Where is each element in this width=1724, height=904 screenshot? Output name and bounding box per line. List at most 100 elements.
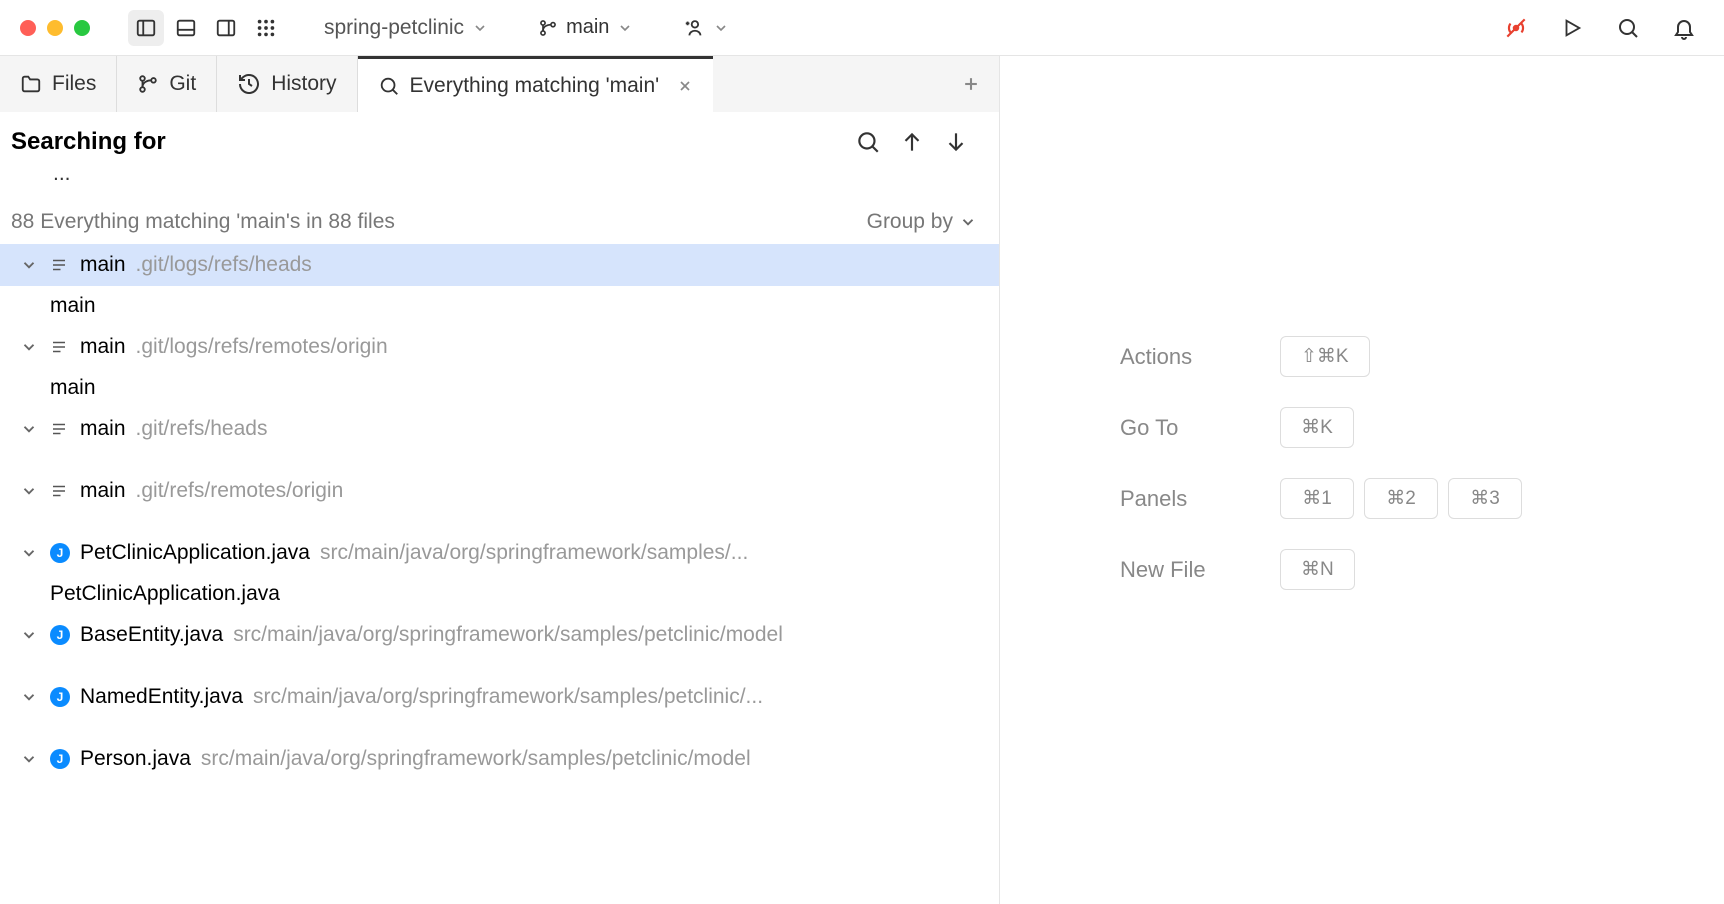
shortcut-label: Actions (1120, 344, 1210, 370)
apps-grid-button[interactable] (248, 10, 284, 46)
java-file-icon: J (50, 625, 70, 645)
kbd-shortcut[interactable]: ⌘N (1280, 549, 1355, 590)
result-row[interactable]: J BaseEntity.java src/main/java/org/sprin… (0, 614, 999, 656)
maximize-window[interactable] (74, 20, 90, 36)
result-row[interactable]: JNamedEntity.java src/main/java/org/spri… (0, 676, 999, 718)
arrow-down-icon[interactable] (943, 129, 969, 155)
right-panel: Actions ⇧⌘K Go To ⌘K Panels ⌘1 ⌘2 ⌘3 New… (1000, 56, 1724, 904)
result-filename: main (80, 479, 126, 503)
java-file-icon: J (50, 543, 70, 563)
chevron-down-icon (959, 213, 977, 231)
group-by-selector[interactable]: Group by (867, 210, 977, 234)
summary-row: 88 Everything matching 'main's in 88 fil… (0, 200, 999, 244)
branch-selector[interactable]: main (528, 10, 643, 45)
kbd-shortcut[interactable]: ⇧⌘K (1280, 336, 1370, 377)
search-header: Searching for ... (0, 112, 999, 200)
tab-search-results[interactable]: Everything matching 'main' (358, 56, 714, 112)
result-filename: BaseEntity.java (80, 623, 223, 647)
kbd-shortcut[interactable]: ⌘2 (1364, 478, 1438, 519)
notifications-icon[interactable] (1664, 8, 1704, 48)
shortcut-label: New File (1120, 557, 1210, 583)
run-icon[interactable] (1552, 8, 1592, 48)
chevron-down-icon[interactable] (20, 256, 40, 274)
result-filename: PetClinicApplication.java (80, 541, 310, 565)
close-window[interactable] (20, 20, 36, 36)
chevron-down-icon (617, 20, 633, 36)
titlebar: spring-petclinic main (0, 0, 1724, 56)
chevron-down-icon[interactable] (20, 338, 40, 356)
shortcut-newfile: New File ⌘N (1120, 549, 1355, 590)
project-name: spring-petclinic (324, 16, 464, 40)
shortcut-actions: Actions ⇧⌘K (1120, 336, 1370, 377)
shortcut-goto: Go To ⌘K (1120, 407, 1354, 448)
history-icon (237, 72, 261, 96)
add-user-icon (683, 17, 705, 39)
tab-search-label: Everything matching 'main' (410, 74, 660, 98)
titlebar-right (1496, 8, 1704, 48)
tab-git[interactable]: Git (117, 56, 217, 112)
close-icon[interactable] (677, 78, 693, 94)
result-filepath: src/main/java/org/springframework/sample… (201, 747, 751, 771)
chevron-down-icon (472, 20, 488, 36)
result-filename: main (80, 253, 126, 277)
result-match-line[interactable]: main (0, 368, 999, 408)
result-row[interactable]: J PetClinicApplication.java src/main/java… (0, 532, 999, 574)
branch-icon (137, 73, 159, 95)
add-tab-button[interactable] (943, 56, 999, 112)
group-by-label: Group by (867, 210, 953, 234)
panel-bottom-button[interactable] (168, 10, 204, 46)
tab-history[interactable]: History (217, 56, 357, 112)
chevron-down-icon[interactable] (20, 688, 40, 706)
search-query-ellipsis[interactable]: ... (11, 156, 979, 196)
result-filepath: .git/refs/remotes/origin (136, 479, 344, 503)
content-area: Files Git History Everything matching 'm… (0, 56, 1724, 904)
result-match-line[interactable]: main (0, 286, 999, 326)
chevron-down-icon[interactable] (20, 750, 40, 768)
left-panel: Files Git History Everything matching 'm… (0, 56, 1000, 904)
kbd-shortcut[interactable]: ⌘3 (1448, 478, 1522, 519)
kbd-shortcut[interactable]: ⌘1 (1280, 478, 1354, 519)
chevron-down-icon (713, 20, 729, 36)
result-filename: NamedEntity.java (80, 685, 243, 709)
search-icon[interactable] (1608, 8, 1648, 48)
tab-files[interactable]: Files (0, 56, 117, 112)
text-file-icon (50, 420, 70, 438)
chevron-down-icon[interactable] (20, 626, 40, 644)
java-file-icon: J (50, 749, 70, 769)
result-row[interactable]: J Person.java src/main/java/org/springfra… (0, 738, 999, 780)
result-row[interactable]: main .git/logs/refs/heads (0, 244, 999, 286)
chevron-down-icon[interactable] (20, 544, 40, 562)
tab-history-label: History (271, 72, 336, 96)
arrow-up-icon[interactable] (899, 129, 925, 155)
add-user-selector[interactable] (673, 11, 739, 45)
panel-right-button[interactable] (208, 10, 244, 46)
search-icon[interactable] (855, 129, 881, 155)
result-filename: main (80, 417, 126, 441)
chevron-down-icon[interactable] (20, 420, 40, 438)
result-filepath: .git/logs/refs/heads (136, 253, 312, 277)
result-row[interactable]: main .git/refs/heads (0, 408, 999, 450)
result-filepath: src/main/java/org/springframework/sample… (233, 623, 783, 647)
results-list: main .git/logs/refs/headsmainmain .git/l… (0, 244, 999, 904)
layout-button-group (128, 10, 284, 46)
result-row[interactable]: main .git/refs/remotes/origin (0, 470, 999, 512)
kbd-shortcut[interactable]: ⌘K (1280, 407, 1354, 448)
result-row[interactable]: main .git/logs/refs/remotes/origin (0, 326, 999, 368)
result-filepath: .git/logs/refs/remotes/origin (136, 335, 388, 359)
minimize-window[interactable] (47, 20, 63, 36)
result-match-line[interactable]: PetClinicApplication.java (0, 574, 999, 614)
connection-off-icon[interactable] (1496, 8, 1536, 48)
window-controls (20, 20, 90, 36)
shortcut-panels: Panels ⌘1 ⌘2 ⌘3 (1120, 478, 1522, 519)
folder-icon (20, 73, 42, 95)
project-selector[interactable]: spring-petclinic (314, 10, 498, 46)
panel-left-button[interactable] (128, 10, 164, 46)
result-filepath: src/main/java/org/springframework/sample… (320, 541, 748, 565)
text-file-icon (50, 482, 70, 500)
chevron-down-icon[interactable] (20, 482, 40, 500)
java-file-icon: J (50, 687, 70, 707)
result-filename: Person.java (80, 747, 191, 771)
search-icon (378, 75, 400, 97)
text-file-icon (50, 256, 70, 274)
branch-name: main (566, 16, 609, 39)
